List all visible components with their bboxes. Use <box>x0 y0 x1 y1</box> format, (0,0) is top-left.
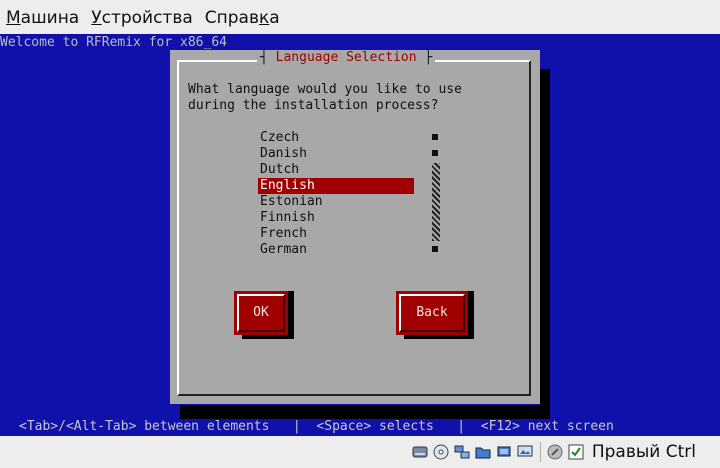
language-item-czech[interactable]: Czech <box>258 130 414 146</box>
network-icon[interactable] <box>454 444 470 460</box>
scroll-marker <box>432 246 438 252</box>
usb-icon[interactable] <box>496 444 512 460</box>
dialog-title: ┤ Language Selection ├ <box>257 50 436 66</box>
host-key-label: Правый Ctrl <box>591 442 696 462</box>
back-button[interactable]: Back <box>396 291 468 335</box>
optical-disc-icon[interactable] <box>433 444 449 460</box>
scrollbar-thumb[interactable] <box>432 163 440 241</box>
menu-machine[interactable]: Машина <box>0 0 85 34</box>
vm-statusbar: Правый Ctrl <box>0 436 720 468</box>
language-item-estonian[interactable]: Estonian <box>258 194 414 210</box>
question-text: What language would you like to use durin… <box>188 82 462 113</box>
menu-help[interactable]: Справка <box>199 0 286 34</box>
language-dialog: ┤ Language Selection ├ What language wou… <box>170 50 540 404</box>
statusbar-separator <box>539 442 541 462</box>
dialog-shadow-bottom <box>180 405 550 419</box>
ok-button[interactable]: OK <box>234 291 288 335</box>
language-item-french[interactable]: French <box>258 226 414 242</box>
language-item-danish[interactable]: Danish <box>258 146 414 162</box>
language-item-finnish[interactable]: Finnish <box>258 210 414 226</box>
mouse-integration-icon[interactable] <box>547 444 563 460</box>
dialog-shadow <box>540 69 550 419</box>
shared-folder-icon[interactable] <box>475 444 491 460</box>
display-icon[interactable] <box>517 444 533 460</box>
scroll-marker <box>432 150 438 156</box>
vm-menubar: Машина Устройства Справка <box>0 0 720 34</box>
capture-arrow-icon[interactable] <box>568 444 584 460</box>
language-item-dutch[interactable]: Dutch <box>258 162 414 178</box>
guest-console[interactable]: Welcome to RFRemix for x86_64 ┤ Language… <box>0 34 720 436</box>
menu-devices[interactable]: Устройства <box>85 0 199 34</box>
language-item-english[interactable]: English <box>258 178 414 194</box>
help-line: <Tab>/<Alt-Tab> between elements | <Spac… <box>19 419 614 434</box>
hard-disk-icon[interactable] <box>412 444 428 460</box>
welcome-banner: Welcome to RFRemix for x86_64 <box>0 35 227 50</box>
language-list[interactable]: Czech Danish Dutch English Estonian Finnish Fr… <box>258 130 414 258</box>
language-item-german[interactable]: German <box>258 242 414 258</box>
scroll-marker <box>432 134 438 140</box>
